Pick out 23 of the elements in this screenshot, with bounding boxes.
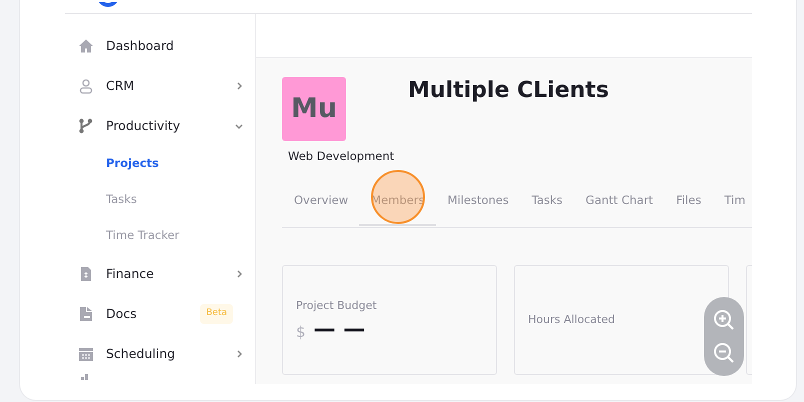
- sidebar-subitem[interactable]: Projects: [78, 146, 255, 182]
- sidebar-item[interactable]: Scheduling: [78, 334, 253, 374]
- sidebar-subitem[interactable]: Tasks: [78, 182, 255, 218]
- sidebar-item[interactable]: CRM: [78, 66, 253, 106]
- tab[interactable]: Milestones: [435, 175, 521, 226]
- stat-label: Project Budget: [296, 298, 378, 314]
- tab[interactable]: Tim: [712, 175, 752, 226]
- tab[interactable]: Overview: [282, 175, 360, 226]
- stat-value: — —: [314, 317, 366, 343]
- sidebar-item[interactable]: Finance: [78, 254, 253, 294]
- project-avatar: Mu: [282, 77, 346, 141]
- sidebar-item[interactable]: Dashboard: [78, 26, 253, 66]
- currency-symbol: $: [296, 322, 306, 342]
- stat-label: Hours Allocated: [528, 312, 616, 328]
- sidebar-subitem[interactable]: Time Tracker: [78, 218, 255, 254]
- sidebar-item[interactable]: Productivity: [78, 106, 253, 146]
- tab[interactable]: Files: [664, 175, 714, 226]
- project-subtitle: Web Development: [288, 148, 396, 165]
- tab[interactable]: Gantt Chart: [574, 175, 666, 226]
- project-title: Multiple CLients: [408, 77, 609, 105]
- tab[interactable]: Tasks: [520, 175, 575, 226]
- beta-badge: Beta: [200, 304, 233, 324]
- sidebar-item[interactable]: Docs Beta: [78, 294, 253, 334]
